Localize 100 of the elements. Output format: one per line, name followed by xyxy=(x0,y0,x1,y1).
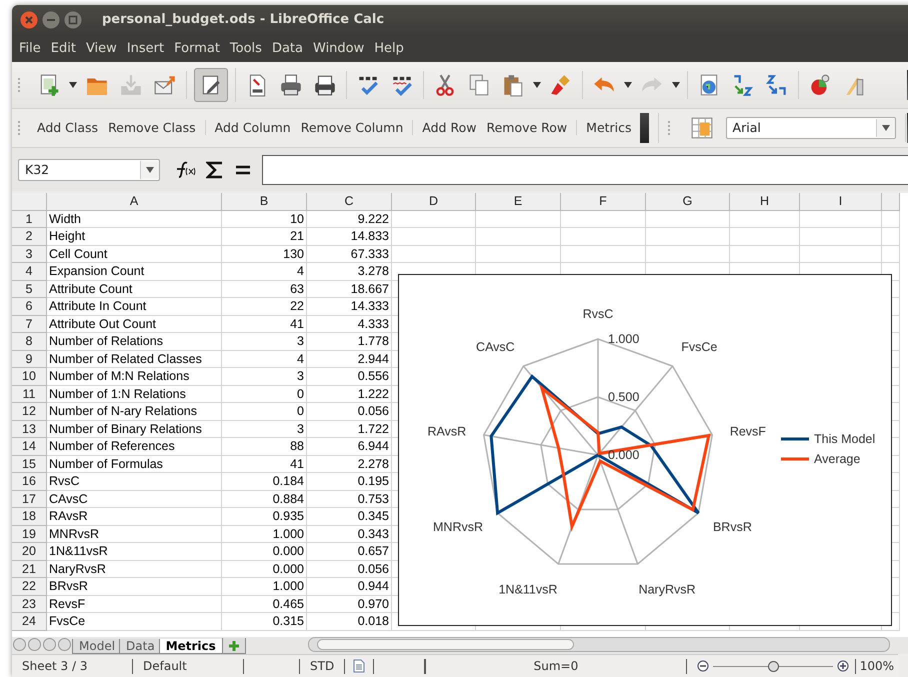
row-header[interactable]: 10 xyxy=(12,368,47,386)
edit-button[interactable] xyxy=(194,68,228,102)
table-cell: 4 xyxy=(222,350,307,368)
menu-item[interactable]: File xyxy=(14,38,46,59)
table-cell: Attribute In Count xyxy=(47,298,222,316)
row-header[interactable]: 8 xyxy=(12,333,47,351)
table-cell: 9.222 xyxy=(307,210,392,228)
table-cell: Number of M:N Relations xyxy=(47,368,222,386)
zoom-out-icon[interactable] xyxy=(696,660,709,672)
row-header[interactable]: 13 xyxy=(12,420,47,438)
menu-item[interactable]: Window xyxy=(308,38,370,59)
minimize-button[interactable] xyxy=(42,10,60,29)
caret-icon[interactable] xyxy=(624,82,632,88)
axis-label: CAvsC xyxy=(476,340,515,355)
row-header[interactable]: 7 xyxy=(12,316,47,334)
horizontal-scrollbar[interactable] xyxy=(308,637,890,652)
row-header[interactable]: 22 xyxy=(12,578,47,596)
sheet-nav-button[interactable] xyxy=(58,638,71,652)
table-cell: 0.184 xyxy=(222,473,307,491)
toolbar-button[interactable]: Remove Column xyxy=(300,120,404,136)
sheet-nav-button[interactable] xyxy=(13,638,26,652)
menu-item[interactable]: Edit xyxy=(46,38,81,59)
table-cell: 3.278 xyxy=(307,263,392,281)
add-sheet-button[interactable] xyxy=(222,638,246,654)
legend-label: This Model xyxy=(814,432,876,446)
overflow-handle[interactable] xyxy=(640,112,649,143)
table-cell: 10 xyxy=(222,210,307,228)
table-cell: 0.465 xyxy=(222,596,307,614)
row-header[interactable]: 5 xyxy=(12,280,47,298)
table-cell: Number of Formulas xyxy=(47,456,222,474)
table-cell: 0.056 xyxy=(307,403,392,421)
row-header[interactable]: 15 xyxy=(12,456,47,474)
window-title: personal_budget.ods - LibreOffice Calc xyxy=(102,12,384,28)
table-cell xyxy=(730,228,800,246)
row-header[interactable]: 11 xyxy=(12,386,47,404)
toolbar-button[interactable]: Add Class xyxy=(37,120,98,136)
maximize-button[interactable] xyxy=(64,10,82,29)
sheet-nav-button[interactable] xyxy=(43,638,56,652)
row-header[interactable]: 12 xyxy=(12,403,47,421)
caret-icon[interactable] xyxy=(69,82,77,88)
row-header[interactable]: 23 xyxy=(12,596,47,614)
column-header[interactable]: A xyxy=(47,193,222,211)
column-header[interactable]: D xyxy=(392,193,476,211)
row-header[interactable]: 9 xyxy=(12,350,47,368)
name-box[interactable]: K32 xyxy=(18,158,160,180)
column-header[interactable]: I xyxy=(800,193,882,211)
row-header[interactable]: 17 xyxy=(12,490,47,508)
sheet-tab[interactable]: Data xyxy=(119,639,162,654)
sheet-tab[interactable]: Metrics xyxy=(158,639,223,654)
toolbar-button[interactable]: Remove Class xyxy=(108,120,196,136)
sum-icon[interactable] xyxy=(206,160,224,180)
table-cell: Cell Count xyxy=(47,246,222,264)
table-cell: 0.315 xyxy=(222,613,307,631)
table-cell: 1N&11vsR xyxy=(47,543,222,561)
row-header[interactable]: 20 xyxy=(12,543,47,561)
menu-item[interactable]: Tools xyxy=(224,38,267,59)
column-header[interactable]: G xyxy=(646,193,730,211)
menu-item[interactable]: View xyxy=(80,38,122,59)
table-cell xyxy=(882,210,900,228)
zoom-level[interactable]: 100% xyxy=(854,658,898,674)
table-cell: 1.722 xyxy=(307,420,392,438)
menu-item[interactable]: Format xyxy=(169,38,225,59)
column-header[interactable]: B xyxy=(222,193,307,211)
menu-item[interactable]: Data xyxy=(266,38,308,59)
row-header[interactable]: 6 xyxy=(12,298,47,316)
column-header[interactable]: E xyxy=(476,193,561,211)
font-name-field[interactable]: Arial xyxy=(726,116,896,139)
toolbar-button[interactable]: Add Column xyxy=(214,120,291,136)
column-header[interactable]: F xyxy=(561,193,646,211)
table-cell: 0.884 xyxy=(222,490,307,508)
row-header[interactable]: 14 xyxy=(12,438,47,456)
column-header[interactable]: H xyxy=(730,193,800,211)
row-header[interactable]: 2 xyxy=(12,228,47,246)
row-header[interactable]: 24 xyxy=(12,613,47,631)
formula-input[interactable] xyxy=(262,154,908,184)
table-cell: 0.000 xyxy=(222,543,307,561)
row-header[interactable]: 16 xyxy=(12,473,47,491)
zoom-in-icon[interactable] xyxy=(836,660,849,672)
menu-item[interactable]: Insert xyxy=(122,38,170,59)
table-cell: 0.056 xyxy=(307,560,392,578)
toolbar-button[interactable]: Remove Row xyxy=(486,120,568,136)
row-header[interactable]: 4 xyxy=(12,263,47,281)
zoom-thumb[interactable] xyxy=(768,660,779,672)
menu-item[interactable]: Help xyxy=(369,38,409,59)
table-cell: RevsF xyxy=(47,596,222,614)
table-cell: Number of References xyxy=(47,438,222,456)
row-header[interactable]: 3 xyxy=(12,246,47,264)
sheet-nav-button[interactable] xyxy=(28,638,41,652)
table-cell: 22 xyxy=(222,298,307,316)
caret-icon[interactable] xyxy=(533,82,541,88)
table-cell: 1.000 xyxy=(222,578,307,596)
toolbar-button[interactable]: Metrics xyxy=(586,120,632,136)
column-header[interactable]: C xyxy=(307,193,392,211)
row-header[interactable]: 19 xyxy=(12,526,47,544)
toolbar-button[interactable]: Add Row xyxy=(422,120,476,136)
row-header[interactable]: 21 xyxy=(12,560,47,578)
table-cell: 88 xyxy=(222,438,307,456)
close-button[interactable] xyxy=(20,10,38,29)
row-header[interactable]: 1 xyxy=(12,210,47,228)
row-header[interactable]: 18 xyxy=(12,508,47,526)
